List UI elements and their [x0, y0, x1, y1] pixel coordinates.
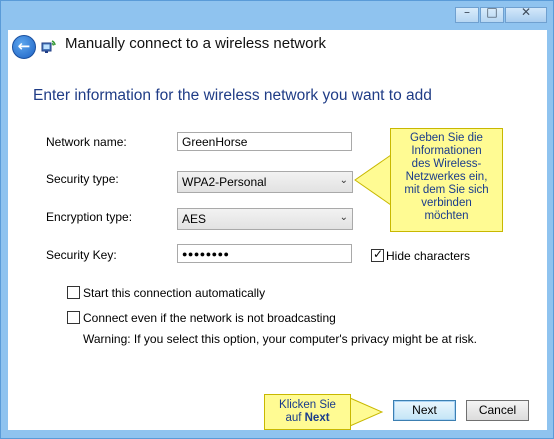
privacy-warning: Warning: If you select this option, your…	[83, 332, 478, 346]
security-type-value: WPA2-Personal	[182, 175, 267, 189]
callout-info-line: verbinden	[421, 197, 472, 209]
callout-next: Klicken Sie auf Next	[264, 394, 351, 430]
network-name-label: Network name:	[46, 135, 127, 149]
close-icon: ✕	[520, 5, 532, 19]
callout-info-line: Netzwerkes ein,	[405, 171, 488, 183]
title-bar[interactable]: – □ ✕	[1, 1, 553, 30]
connect-not-broadcasting-label: Connect even if the network is not broad…	[83, 311, 336, 325]
security-key-label: Security Key:	[46, 248, 117, 262]
encryption-type-label: Encryption type:	[46, 210, 133, 224]
callout-next-prefix: auf	[285, 412, 305, 424]
encryption-type-select[interactable]: AES ⌄	[177, 208, 353, 230]
chevron-down-icon: ⌄	[339, 212, 348, 223]
next-button[interactable]: Next	[393, 400, 456, 421]
maximize-icon: □	[486, 5, 498, 19]
navigation-bar: ← Manually connect to a wireless network	[8, 30, 547, 60]
encryption-type-value: AES	[182, 212, 207, 226]
security-key-input[interactable]: ●●●●●●●●	[177, 244, 352, 263]
minimize-icon: –	[464, 5, 470, 19]
callout-next-bold: Next	[304, 412, 330, 424]
hide-characters-checkbox[interactable]	[371, 247, 384, 262]
start-auto-label: Start this connection automatically	[83, 286, 266, 300]
callout-info: Geben Sie die Informationen des Wireless…	[390, 128, 503, 232]
wireless-network-icon	[41, 40, 56, 53]
callout-next-line1: Klicken Sie	[279, 399, 336, 411]
back-arrow-icon: ←	[17, 37, 31, 55]
callout-info-line: mit dem Sie sich	[404, 184, 489, 196]
callout-info-line: Informationen	[411, 145, 482, 157]
cancel-button[interactable]: Cancel	[466, 400, 529, 421]
back-button[interactable]: ←	[12, 35, 36, 59]
callout-next-pointer	[349, 397, 384, 427]
hide-characters-label: Hide characters	[386, 249, 471, 263]
security-type-select[interactable]: WPA2-Personal ⌄	[177, 171, 353, 193]
window-title: Manually connect to a wireless network	[65, 35, 326, 52]
connect-not-broadcasting-checkbox[interactable]	[67, 311, 80, 324]
security-type-label: Security type:	[46, 172, 119, 186]
chevron-down-icon: ⌄	[339, 175, 348, 186]
callout-next-line2: auf Next	[265, 412, 350, 425]
network-name-input[interactable]: GreenHorse	[177, 132, 352, 151]
start-auto-checkbox[interactable]	[67, 286, 80, 299]
close-button[interactable]: ✕	[505, 5, 547, 23]
minimize-button[interactable]: –	[455, 5, 479, 23]
callout-info-line: möchten	[424, 210, 469, 222]
page-heading: Enter information for the wireless netwo…	[33, 87, 432, 104]
callout-info-line: des Wireless-	[411, 158, 482, 170]
maximize-button[interactable]: □	[480, 5, 504, 23]
callout-info-pointer	[354, 154, 392, 206]
callout-info-line: Geben Sie die	[410, 132, 483, 144]
